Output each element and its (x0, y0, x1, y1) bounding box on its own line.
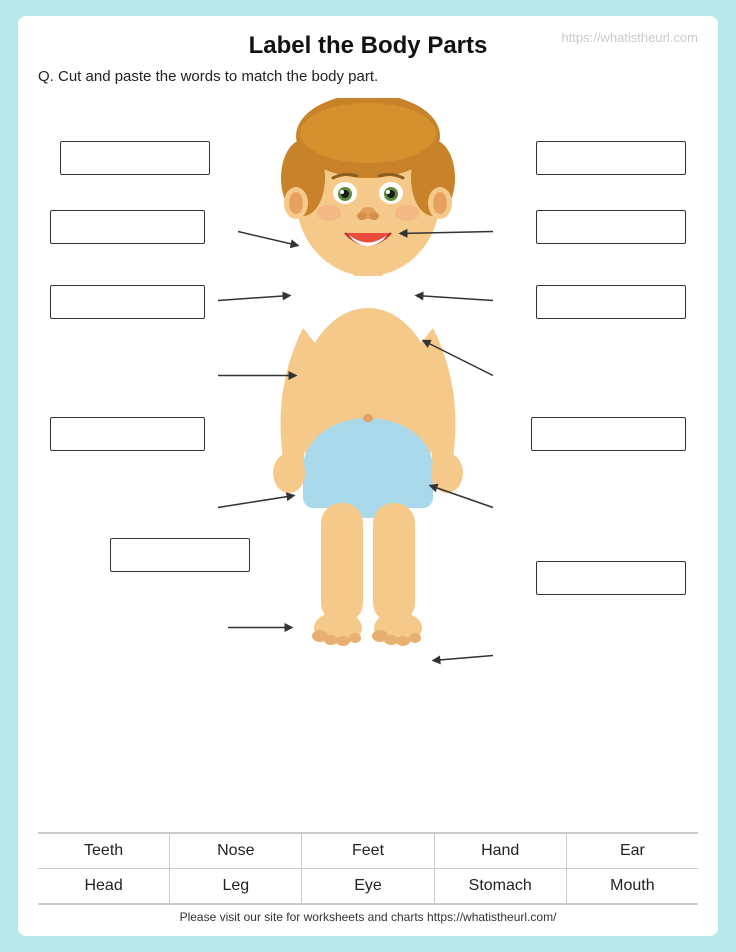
word-nose[interactable]: Nose (170, 834, 302, 868)
word-bank-row-2: Head Leg Eye Stomach Mouth (38, 869, 698, 904)
label-box-hair[interactable] (536, 141, 686, 175)
footer-text: Please visit our site for worksheets and… (180, 910, 557, 924)
word-eye[interactable]: Eye (302, 869, 434, 903)
word-mouth[interactable]: Mouth (567, 869, 698, 903)
watermark: https://whatistheurl.com (561, 30, 698, 45)
label-box-mouth[interactable] (50, 285, 205, 319)
label-box-hand[interactable] (531, 417, 686, 451)
word-bank: Teeth Nose Feet Hand Ear Head Leg Eye St… (38, 832, 698, 904)
word-hand[interactable]: Hand (435, 834, 567, 868)
page: Label the Body Parts https://whatistheur… (18, 16, 718, 936)
label-box-eye-left[interactable] (50, 210, 205, 244)
word-ear[interactable]: Ear (567, 834, 698, 868)
word-stomach[interactable]: Stomach (435, 869, 567, 903)
label-box-nose[interactable] (536, 210, 686, 244)
word-head[interactable]: Head (38, 869, 170, 903)
body-figure (253, 98, 483, 688)
word-teeth[interactable]: Teeth (38, 834, 170, 868)
word-bank-row-1: Teeth Nose Feet Hand Ear (38, 834, 698, 869)
footer: Please visit our site for worksheets and… (38, 904, 698, 926)
label-box-leg[interactable] (110, 538, 250, 572)
word-feet[interactable]: Feet (302, 834, 434, 868)
label-box-belly[interactable] (50, 417, 205, 451)
main-area (38, 93, 698, 828)
label-box-ear[interactable] (536, 285, 686, 319)
label-box-head[interactable] (60, 141, 210, 175)
word-leg[interactable]: Leg (170, 869, 302, 903)
question-text: Q. Cut and paste the words to match the … (38, 68, 698, 85)
label-box-feet[interactable] (536, 561, 686, 595)
